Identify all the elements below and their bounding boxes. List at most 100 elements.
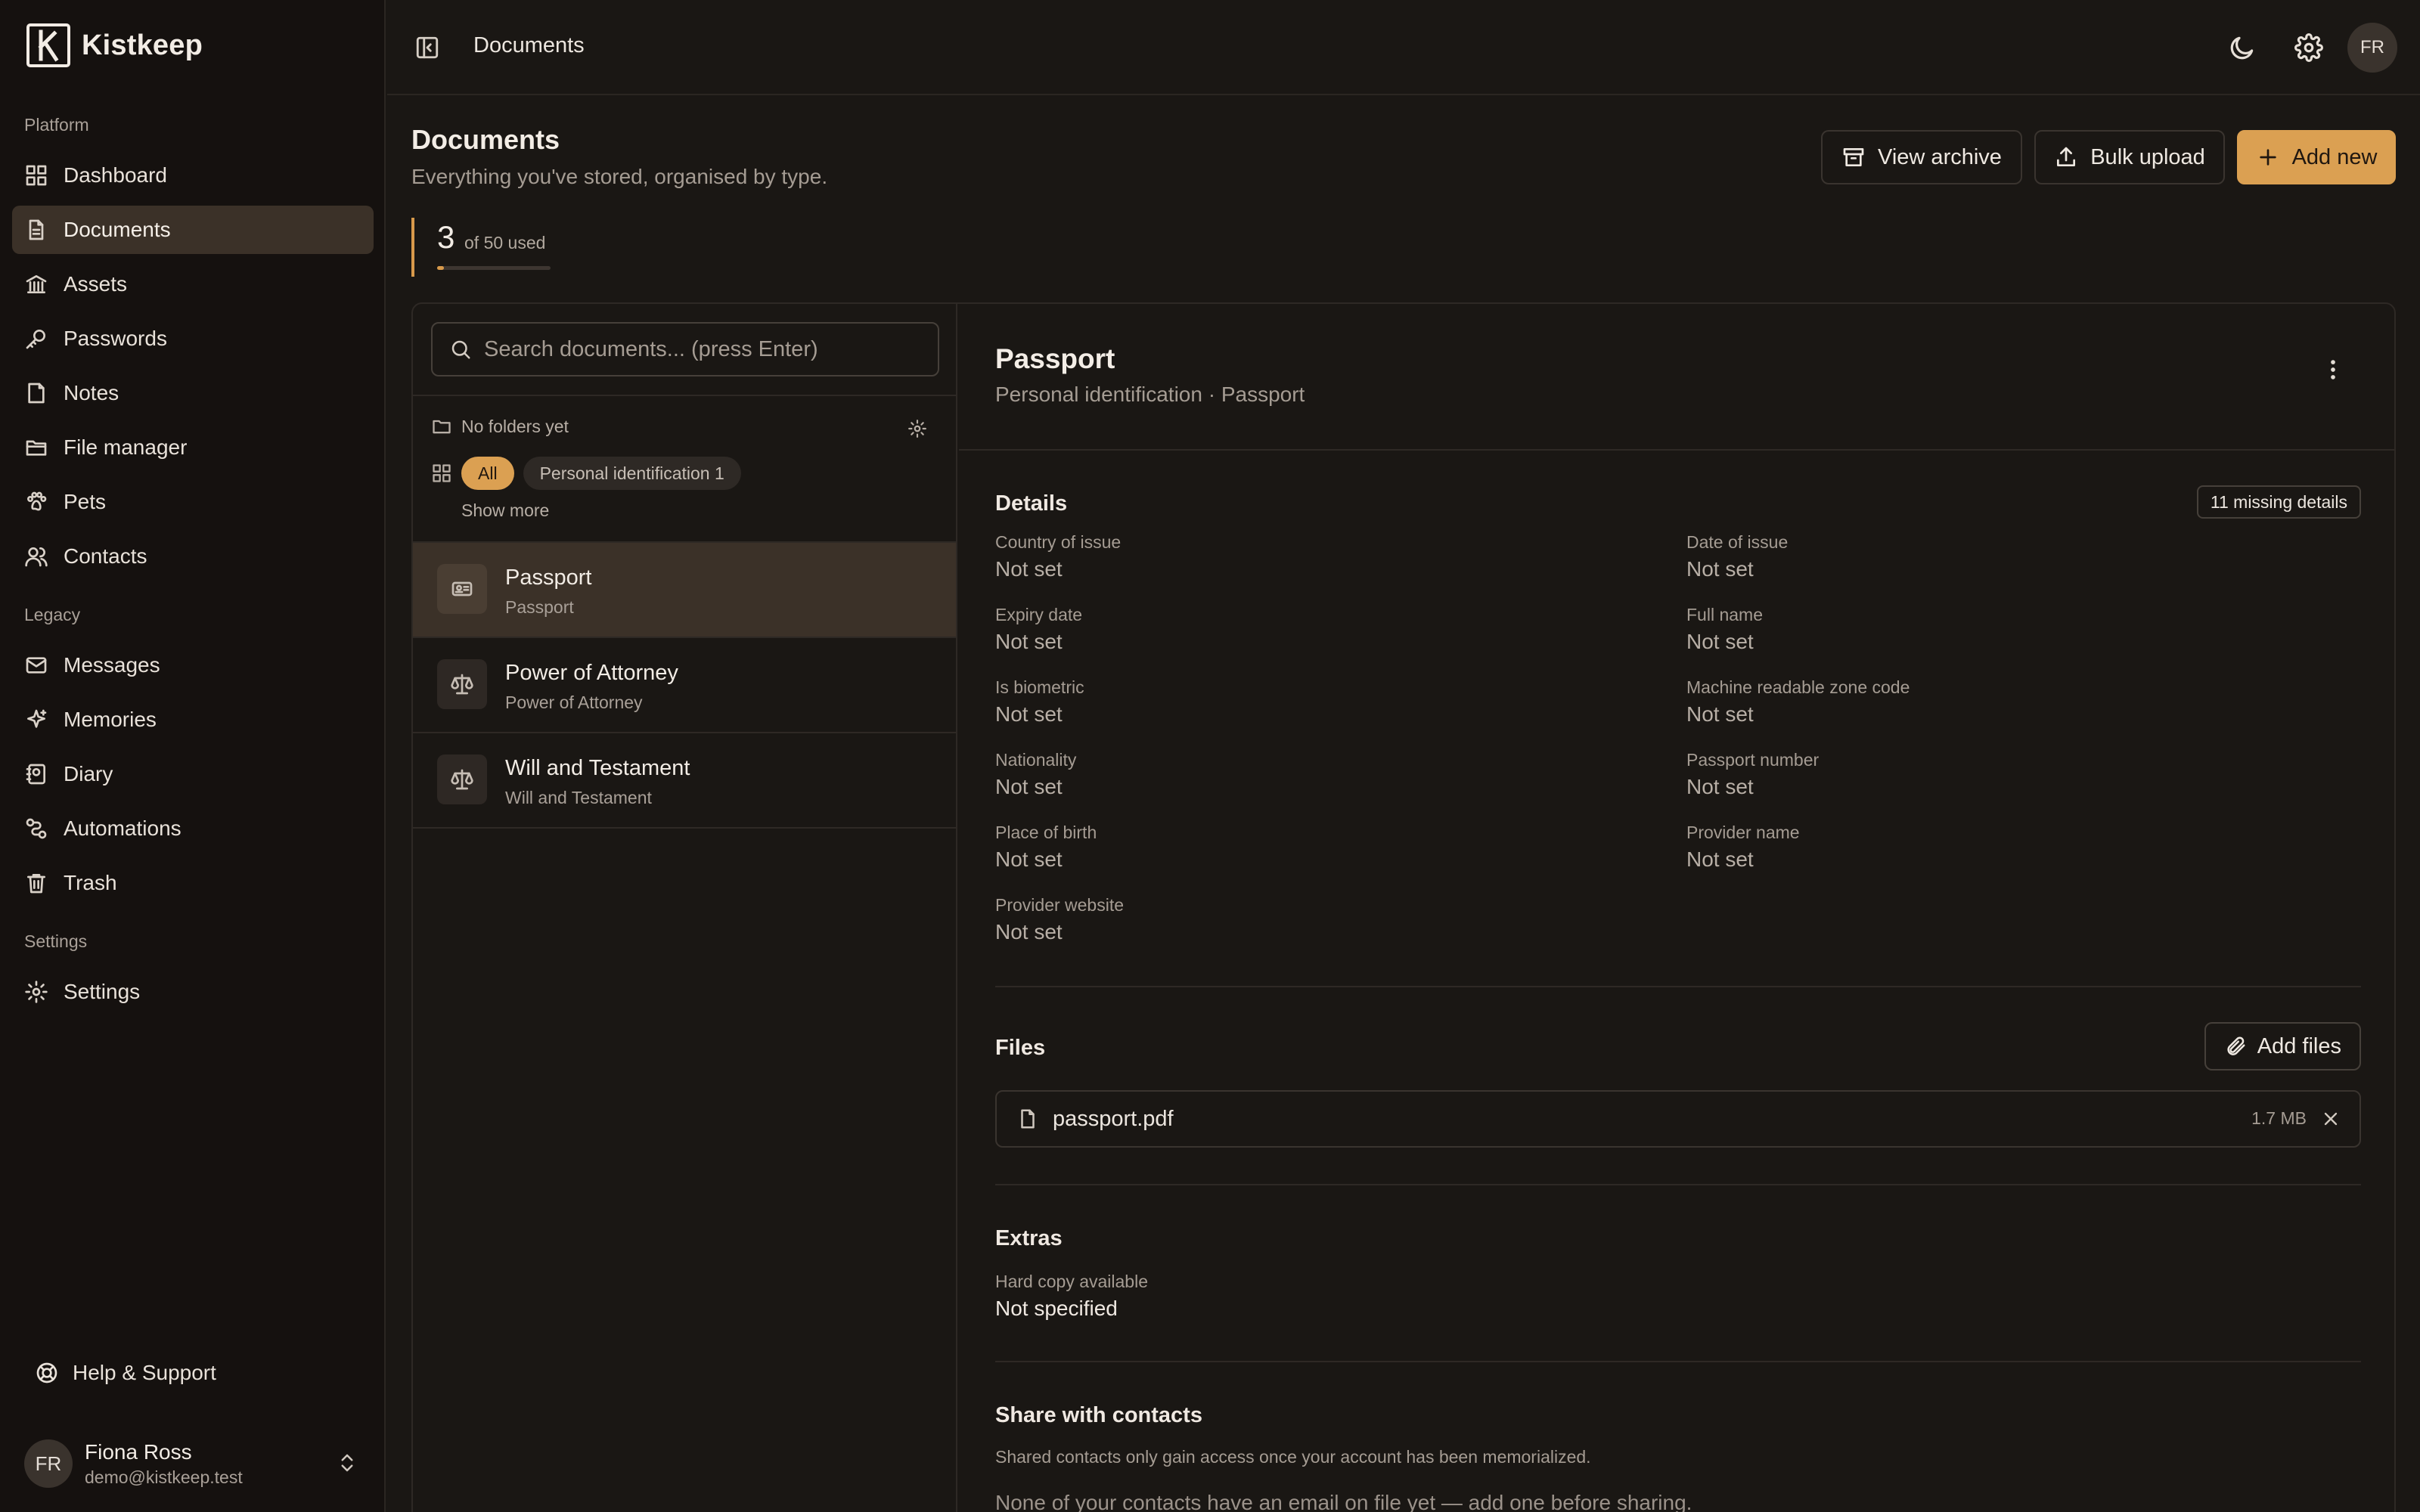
file-row[interactable]: passport.pdf 1.7 MB xyxy=(995,1090,2361,1148)
document-icon xyxy=(29,219,44,240)
sidebar-item-label: Assets xyxy=(64,272,128,296)
share-heading: Share with contacts xyxy=(995,1403,1202,1427)
sidebar-item-trash[interactable]: Trash xyxy=(12,859,374,907)
sidebar-item-label: Pets xyxy=(64,490,107,513)
sidebar-item-label: Automations xyxy=(64,816,182,840)
field-expiry-date: Expiry date Not set xyxy=(995,605,1082,654)
sidebar-item-file-manager[interactable]: File manager xyxy=(12,423,374,472)
bank-icon xyxy=(26,275,47,293)
avatar: FR xyxy=(24,1439,73,1488)
usage-count: 3 xyxy=(437,219,455,255)
sidebar-item-label: Documents xyxy=(64,218,171,241)
folders-row: No folders yet xyxy=(431,416,569,437)
view-archive-label: View archive xyxy=(1878,144,2002,169)
field-label: Provider website xyxy=(995,895,1125,915)
bulk-upload-label: Bulk upload xyxy=(2090,144,2205,169)
list-item-will-and-testament[interactable]: Will and Testament Will and Testament xyxy=(413,733,956,829)
divider xyxy=(995,986,2361,987)
sidebar-item-memories[interactable]: Memories xyxy=(12,696,374,744)
user-email: demo@kistkeep.test xyxy=(85,1467,243,1487)
id-card-icon xyxy=(437,564,487,614)
list-item-subtitle: Will and Testament xyxy=(505,788,652,807)
paperclip-icon xyxy=(2227,1036,2245,1055)
field-value: Not set xyxy=(1686,557,1754,581)
field-is-biometric: Is biometric Not set xyxy=(995,677,1084,727)
gear-icon[interactable] xyxy=(2294,33,2323,62)
add-files-button[interactable]: Add files xyxy=(2204,1022,2361,1070)
sidebar: Kistkeep Platform Dashboard Documents As… xyxy=(0,0,386,1512)
sidebar-item-messages[interactable]: Messages xyxy=(12,641,374,689)
sidebar-item-notes[interactable]: Notes xyxy=(12,369,374,417)
gear-icon xyxy=(25,981,48,1003)
chip-all[interactable]: All xyxy=(461,457,514,490)
folder-icon xyxy=(26,440,47,456)
document-detail-pane: Passport Personal identification · Passp… xyxy=(959,304,2394,1512)
usage-fill xyxy=(437,266,444,270)
sidebar-item-assets[interactable]: Assets xyxy=(12,260,374,308)
search-input[interactable] xyxy=(484,336,908,362)
user-name: Fiona Ross xyxy=(85,1439,192,1464)
moon-icon[interactable] xyxy=(2228,33,2257,62)
workflow-icon xyxy=(26,818,47,839)
sidebar-item-automations[interactable]: Automations xyxy=(12,804,374,853)
view-archive-button[interactable]: View archive xyxy=(1821,130,2022,184)
key-icon xyxy=(26,330,45,349)
field-label: Provider name xyxy=(1686,823,1800,842)
avatar[interactable]: FR xyxy=(2347,23,2397,73)
user-menu[interactable]: FR Fiona Ross demo@kistkeep.test xyxy=(24,1435,366,1492)
sparkle-icon xyxy=(27,709,47,728)
section-settings: Settings xyxy=(24,931,88,951)
divider xyxy=(995,1361,2361,1362)
missing-details-badge: 11 missing details xyxy=(2196,485,2361,519)
trash-icon xyxy=(27,874,45,894)
field-value: Not set xyxy=(1686,847,1754,871)
field-value: Not set xyxy=(1686,775,1754,798)
sidebar-item-label: Messages xyxy=(64,653,160,677)
upload-icon xyxy=(2057,147,2076,166)
search-box[interactable] xyxy=(431,322,939,376)
field-label: Expiry date xyxy=(995,605,1083,624)
sidebar-item-settings[interactable]: Settings xyxy=(12,968,374,1016)
field-passport-number: Passport number Not set xyxy=(1686,750,1819,799)
help-label: Help & Support xyxy=(73,1361,216,1384)
add-new-button[interactable]: Add new xyxy=(2237,130,2396,184)
section-legacy: Legacy xyxy=(24,605,81,624)
sidebar-item-diary[interactable]: Diary xyxy=(12,750,374,798)
field-label: Full name xyxy=(1686,605,1763,624)
usage-meter: 3 of 50 used xyxy=(411,218,563,277)
field-hard-copy-available: Hard copy available Not specified xyxy=(995,1272,1148,1321)
sidebar-item-dashboard[interactable]: Dashboard xyxy=(12,151,374,200)
list-item-passport[interactable]: Passport Passport xyxy=(413,543,956,638)
help-support-link[interactable]: Help & Support xyxy=(35,1361,216,1385)
sidebar-item-passwords[interactable]: Passwords xyxy=(12,314,374,363)
show-more-link[interactable]: Show more xyxy=(461,500,549,521)
add-new-label: Add new xyxy=(2291,144,2378,169)
sidebar-item-pets[interactable]: Pets xyxy=(12,478,374,526)
field-date-of-issue: Date of issue Not set xyxy=(1686,532,1788,581)
list-item-title: Power of Attorney xyxy=(505,661,678,685)
field-value: Not set xyxy=(995,920,1063,943)
more-options-icon[interactable] xyxy=(2320,357,2346,383)
details-heading: Details xyxy=(995,491,1068,516)
brand[interactable]: Kistkeep xyxy=(26,23,203,68)
sidebar-item-documents[interactable]: Documents xyxy=(12,206,374,254)
breadcrumb: Documents xyxy=(473,33,585,57)
bulk-upload-button[interactable]: Bulk upload xyxy=(2034,130,2225,184)
list-item-power-of-attorney[interactable]: Power of Attorney Power of Attorney xyxy=(413,638,956,733)
folders-empty-text: No folders yet xyxy=(461,416,569,436)
sidebar-item-contacts[interactable]: Contacts xyxy=(12,532,374,581)
list-item-title: Passport xyxy=(505,565,592,590)
scale-icon xyxy=(437,659,487,709)
close-icon[interactable] xyxy=(2320,1108,2341,1129)
field-label: Nationality xyxy=(995,750,1077,770)
category-chips: All Personal identification 1 xyxy=(431,457,741,490)
field-value: Not set xyxy=(995,702,1063,726)
book-icon xyxy=(26,764,45,785)
chip-personal-identification[interactable]: Personal identification 1 xyxy=(523,457,741,490)
field-label: Passport number xyxy=(1686,750,1820,770)
folder-settings-gear-icon[interactable] xyxy=(908,419,927,438)
sidebar-toggle-icon[interactable] xyxy=(414,35,440,60)
paw-icon xyxy=(27,491,47,511)
field-machine-readable-zone-code: Machine readable zone code Not set xyxy=(1686,677,1910,727)
dashboard-icon xyxy=(26,165,47,186)
